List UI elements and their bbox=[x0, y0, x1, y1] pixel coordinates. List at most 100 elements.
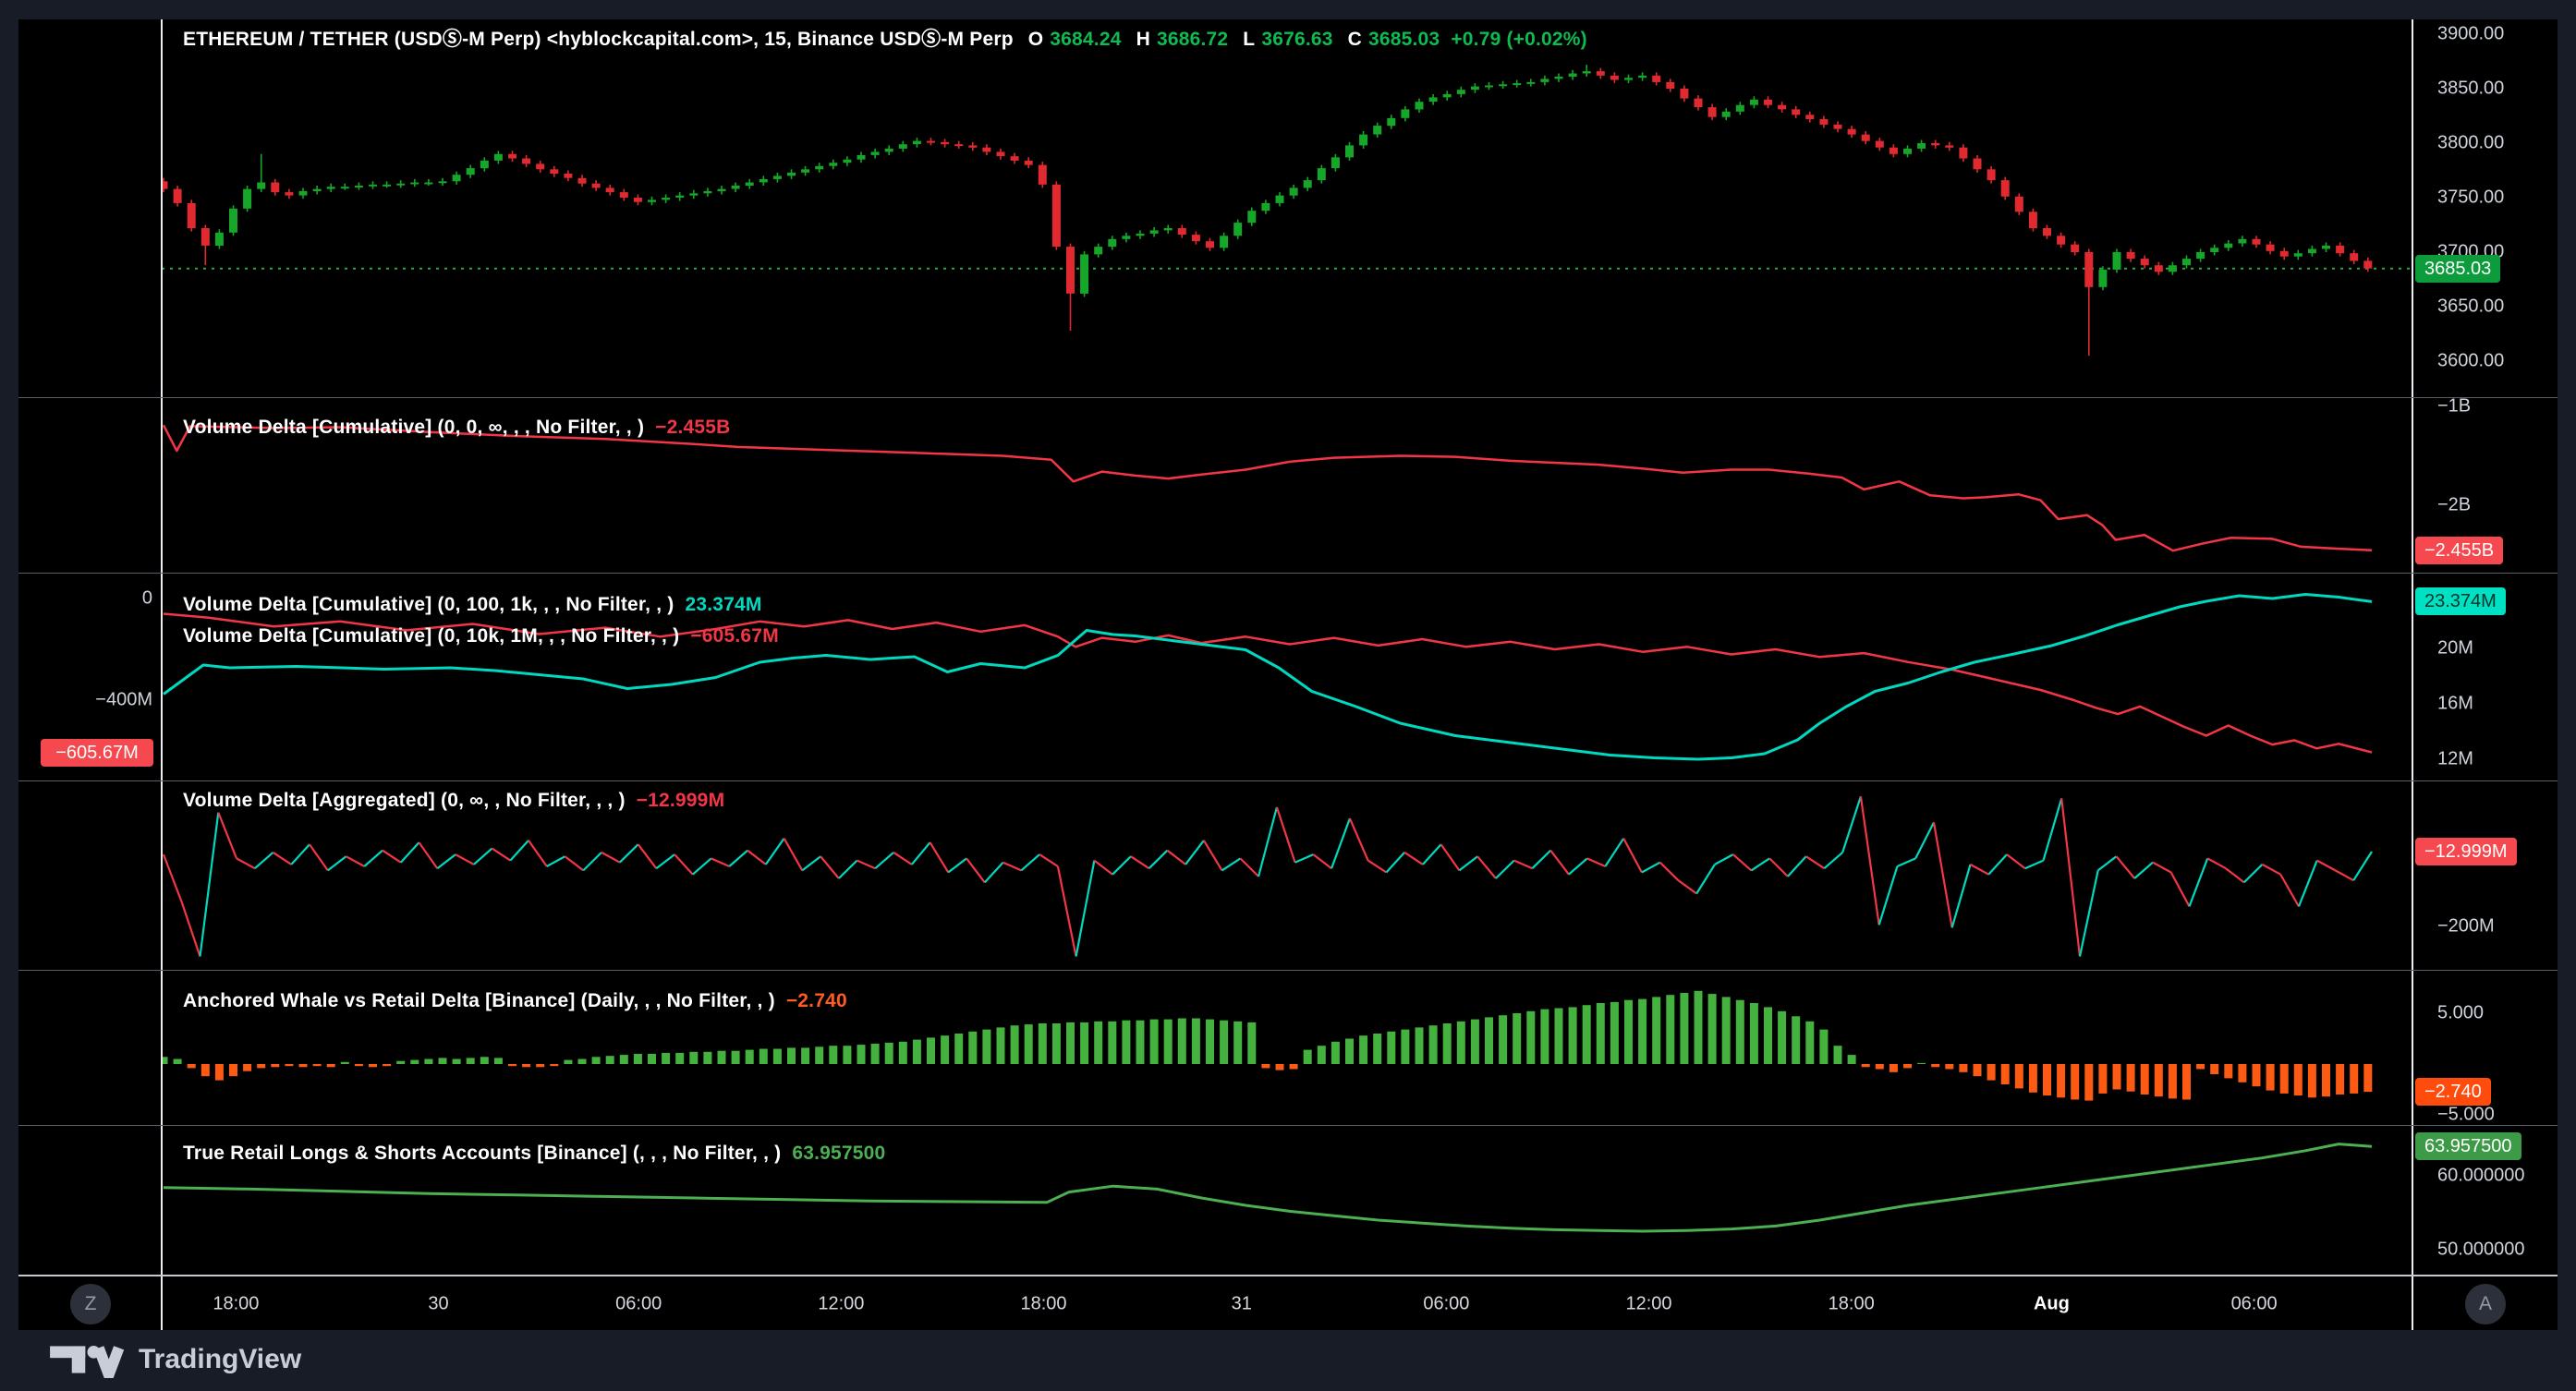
whale-delta-bar bbox=[410, 1060, 419, 1064]
pane-separator[interactable] bbox=[18, 573, 2558, 574]
whale-delta-bar bbox=[1416, 1027, 1424, 1064]
whale-delta-bar bbox=[1666, 995, 1674, 1064]
aggregated-delta-segment bbox=[747, 851, 766, 865]
aggregated-delta-segment bbox=[1532, 851, 1550, 869]
whale-delta-bar bbox=[843, 1046, 851, 1064]
candle-body bbox=[1373, 126, 1381, 134]
pane-separator[interactable] bbox=[18, 1125, 2558, 1126]
ohlc-low-label: L bbox=[1243, 29, 1255, 50]
indicator-title-vd-cumulative-1[interactable]: Volume Delta [Cumulative] (0, 0, ∞, , , … bbox=[183, 417, 731, 439]
indicator-label: Volume Delta [Cumulative] (0, 10k, 1M, ,… bbox=[183, 625, 679, 647]
candle-body bbox=[1569, 74, 1577, 78]
whale-delta-bar bbox=[1290, 1064, 1298, 1070]
aggregated-delta-segment bbox=[2080, 870, 2098, 956]
time-axis-label[interactable]: 06:00 bbox=[1423, 1294, 1469, 1315]
aggregated-delta-segment bbox=[893, 853, 912, 865]
symbol-title-row[interactable]: ETHEREUM / TETHER (USDⓈ-M Perp) <hyblock… bbox=[183, 24, 1587, 52]
timezone-button[interactable]: Z bbox=[70, 1284, 111, 1324]
aggregated-delta-segment bbox=[2117, 856, 2135, 878]
aggregated-delta-segment bbox=[2190, 858, 2208, 906]
tradingview-logo[interactable]: TradingView bbox=[50, 1341, 301, 1378]
whale-delta-bar bbox=[885, 1043, 893, 1064]
whale-delta-bar bbox=[1931, 1064, 1939, 1067]
whale-delta-bar bbox=[871, 1044, 880, 1064]
whale-delta-bar bbox=[1540, 1010, 1549, 1064]
candle-body bbox=[2057, 236, 2065, 244]
candle-body bbox=[508, 154, 516, 159]
candle-body bbox=[2280, 251, 2289, 257]
time-axis-label[interactable]: 12:00 bbox=[1625, 1294, 1671, 1315]
time-axis-label[interactable]: 31 bbox=[1232, 1294, 1252, 1315]
indicator-title-vd-cumulative-2[interactable]: Volume Delta [Cumulative] (0, 100, 1k, ,… bbox=[183, 594, 762, 616]
whale-delta-bar bbox=[815, 1046, 823, 1064]
whale-delta-bar bbox=[982, 1030, 990, 1064]
whale-delta-bar bbox=[954, 1034, 963, 1064]
candle-body bbox=[1052, 185, 1061, 247]
aggregated-delta-segment bbox=[1934, 822, 1952, 927]
whale-delta-bar bbox=[732, 1051, 740, 1064]
whale-delta-bar bbox=[648, 1054, 656, 1064]
whale-delta-bar bbox=[1220, 1021, 1228, 1064]
whale-delta-bar bbox=[2057, 1064, 2065, 1097]
aggregated-delta-segment bbox=[273, 853, 292, 865]
price-scale-badge: 23.374M bbox=[2415, 587, 2506, 615]
ohlc-open-value: 3684.24 bbox=[1050, 29, 1121, 50]
aggregated-delta-segment bbox=[401, 842, 419, 863]
aggregated-delta-segment bbox=[1003, 863, 1022, 871]
time-axis-label[interactable]: 30 bbox=[428, 1294, 448, 1315]
aggregated-delta-segment bbox=[1204, 841, 1222, 871]
price-scale-tick: 3850.00 bbox=[2437, 79, 2504, 100]
candle-body bbox=[2127, 252, 2135, 259]
candle-body bbox=[2043, 228, 2051, 236]
pane-separator[interactable] bbox=[18, 970, 2558, 971]
indicator-title-whale-retail-delta[interactable]: Anchored Whale vs Retail Delta [Binance]… bbox=[183, 990, 847, 1012]
whale-delta-bar bbox=[1722, 997, 1731, 1064]
indicator-label: Anchored Whale vs Retail Delta [Binance]… bbox=[183, 990, 775, 1011]
whale-delta-bar bbox=[2253, 1064, 2261, 1086]
aggregated-delta-segment bbox=[638, 844, 657, 868]
indicator-title-retail-accounts[interactable]: True Retail Longs & Shorts Accounts [Bin… bbox=[183, 1143, 885, 1165]
whale-delta-bar bbox=[1513, 1013, 1521, 1064]
price-scale-badge: −2.740 bbox=[2415, 1078, 2491, 1106]
whale-delta-bar bbox=[2238, 1064, 2246, 1083]
pane-separator[interactable] bbox=[18, 397, 2558, 398]
auto-scale-button[interactable]: A bbox=[2465, 1284, 2506, 1324]
time-axis-label[interactable]: 18:00 bbox=[1829, 1294, 1875, 1315]
indicator-label: True Retail Longs & Shorts Accounts [Bin… bbox=[183, 1143, 781, 1164]
indicator-title-vd-cumulative-3[interactable]: Volume Delta [Cumulative] (0, 10k, 1M, ,… bbox=[183, 625, 779, 647]
aggregated-delta-segment bbox=[328, 856, 346, 870]
time-axis-label[interactable]: 18:00 bbox=[1020, 1294, 1066, 1315]
candle-body bbox=[424, 183, 432, 185]
candle-body bbox=[1959, 148, 1967, 159]
candle-body bbox=[2155, 265, 2163, 272]
indicator-title-vd-aggregated[interactable]: Volume Delta [Aggregated] (0, ∞, , No Fi… bbox=[183, 790, 724, 812]
whale-delta-bar bbox=[1862, 1064, 1870, 1067]
time-axis-label[interactable]: 18:00 bbox=[213, 1294, 259, 1315]
aggregated-delta-segment bbox=[2171, 873, 2190, 907]
candle-body bbox=[1750, 100, 1758, 105]
candle-body bbox=[1513, 83, 1521, 85]
candle-body bbox=[1903, 149, 1912, 154]
aggregated-delta-segment bbox=[2299, 861, 2317, 907]
candle-body bbox=[1499, 84, 1507, 86]
whale-delta-bar bbox=[1401, 1030, 1409, 1064]
candle-body bbox=[1652, 76, 1660, 82]
pane-separator[interactable] bbox=[18, 780, 2558, 781]
time-axis-label[interactable]: 06:00 bbox=[615, 1294, 662, 1315]
candle-body bbox=[941, 142, 949, 144]
candle-body bbox=[787, 173, 796, 176]
aggregated-delta-segment bbox=[820, 856, 839, 878]
aggregated-delta-segment bbox=[456, 854, 474, 865]
price-scale-tick: 3800.00 bbox=[2437, 133, 2504, 154]
time-axis-label[interactable]: Aug bbox=[2034, 1294, 2070, 1315]
time-axis-label[interactable]: 12:00 bbox=[818, 1294, 864, 1315]
chart-container[interactable]: ETHEREUM / TETHER (USDⓈ-M Perp) <hyblock… bbox=[18, 19, 2558, 1330]
time-axis-label[interactable]: 06:00 bbox=[2231, 1294, 2278, 1315]
whale-delta-bar bbox=[1583, 1005, 1591, 1064]
whale-delta-bar bbox=[1569, 1007, 1577, 1064]
aggregated-delta-segment bbox=[1313, 854, 1331, 868]
candle-body bbox=[1695, 99, 1703, 107]
price-scale-tick: 16M bbox=[2437, 694, 2473, 715]
whale-delta-bar bbox=[1011, 1025, 1019, 1064]
whale-delta-bar bbox=[689, 1052, 698, 1064]
